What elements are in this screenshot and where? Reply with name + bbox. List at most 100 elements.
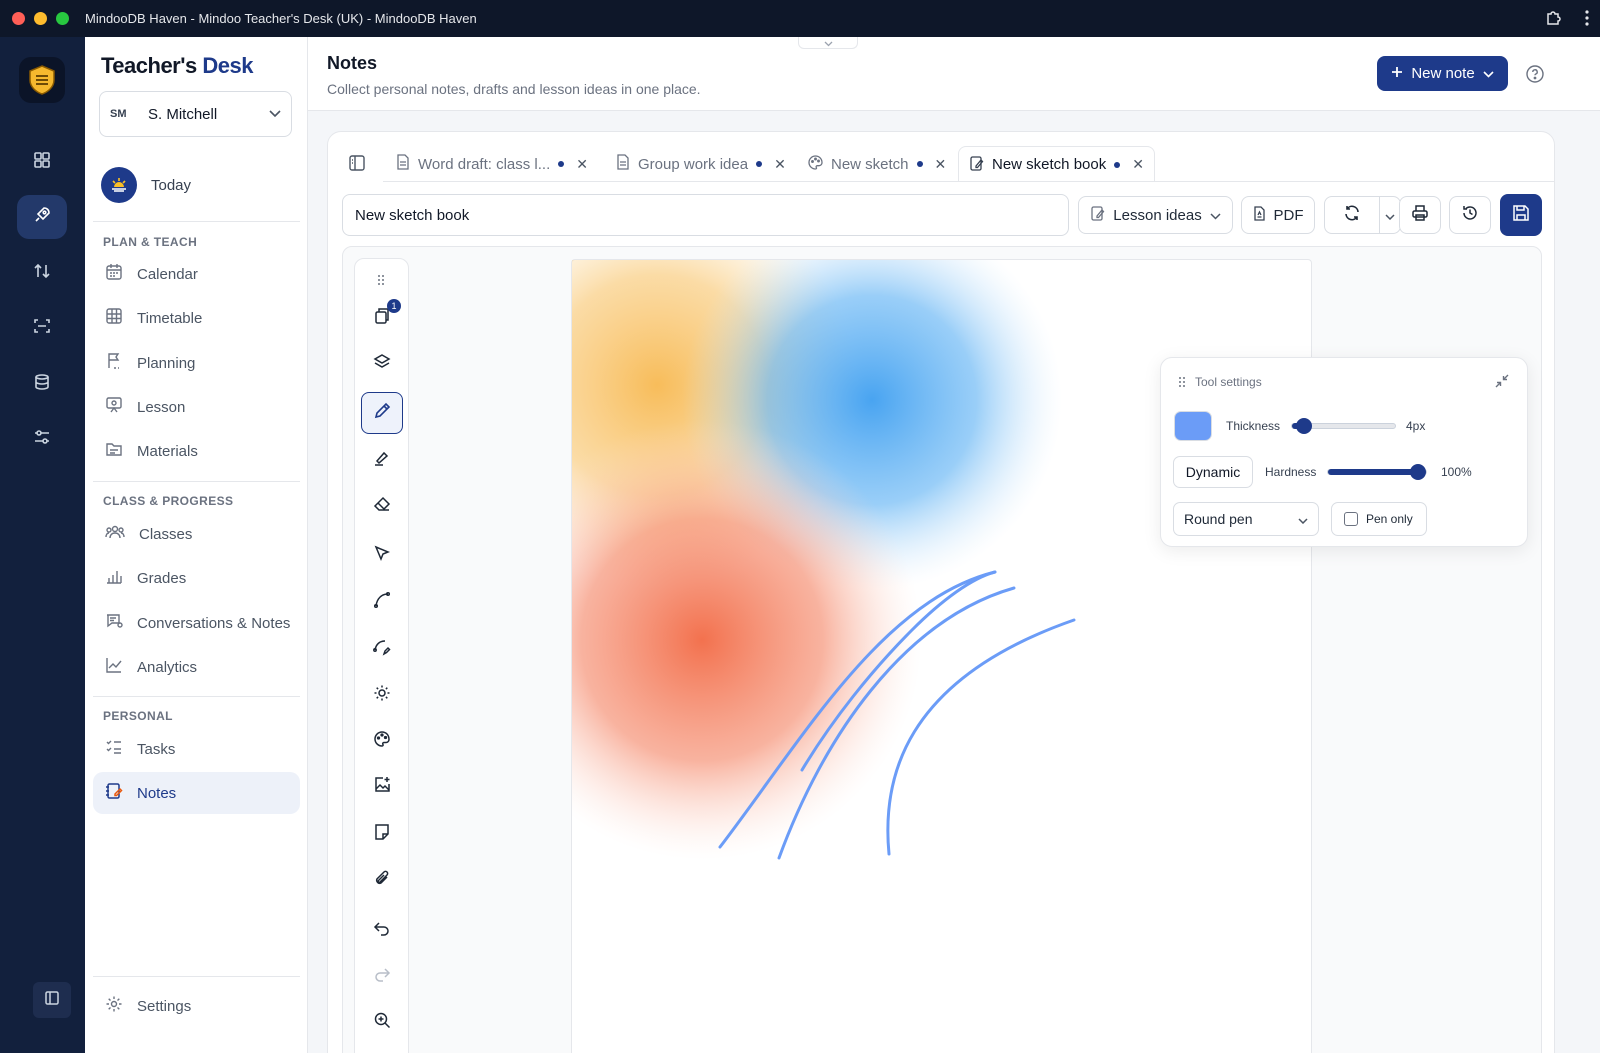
- color-swatch[interactable]: [1174, 411, 1212, 441]
- pen-tool[interactable]: [361, 392, 403, 434]
- sidebar-item-label: Analytics: [137, 658, 198, 676]
- sidebar-item-tasks[interactable]: Tasks: [93, 728, 300, 770]
- sliders-icon: [33, 428, 51, 451]
- hardness-value: 100%: [1441, 465, 1472, 479]
- pdf-label: PDF: [1273, 206, 1304, 224]
- minimize-window-button[interactable]: [34, 12, 47, 25]
- sidebar-item-calendar[interactable]: Calendar: [93, 253, 300, 295]
- section-plan-teach: PLAN & TEACH: [103, 235, 198, 249]
- pen-type-select[interactable]: Round pen: [1173, 502, 1319, 536]
- note-title-input[interactable]: [342, 194, 1069, 236]
- sync-button[interactable]: [1324, 196, 1380, 234]
- checklist-icon: [105, 738, 123, 760]
- tab-group-work-idea[interactable]: Group work idea ✕: [606, 146, 796, 182]
- layers-tool[interactable]: [361, 343, 403, 385]
- drag-handle-icon[interactable]: [375, 273, 387, 291]
- insert-image-tool[interactable]: [361, 766, 403, 808]
- sidebar-item-classes[interactable]: Classes: [93, 513, 300, 555]
- pencil-icon: [373, 402, 391, 425]
- brightness-tool[interactable]: [361, 674, 403, 716]
- zoom-button[interactable]: [361, 1001, 403, 1043]
- rail-scan-button[interactable]: [17, 306, 67, 350]
- sidebar: Teacher's Desk SM S. Mitchell Today PLAN…: [85, 37, 308, 1053]
- curve-tool[interactable]: [361, 581, 403, 623]
- hardness-label: Hardness: [1265, 465, 1317, 479]
- divider: [383, 181, 1554, 182]
- sidebar-item-materials[interactable]: Materials: [93, 430, 300, 472]
- user-switcher[interactable]: SM S. Mitchell: [99, 91, 292, 137]
- pen-only-checkbox[interactable]: [1344, 512, 1358, 526]
- minimize-icon[interactable]: [1495, 374, 1509, 393]
- color-palette-tool[interactable]: [361, 720, 403, 762]
- folder-select[interactable]: Lesson ideas: [1078, 196, 1233, 234]
- rail-dashboard-button[interactable]: [17, 140, 67, 184]
- sync-options-button[interactable]: [1379, 196, 1401, 234]
- page-title: Notes: [327, 53, 378, 73]
- rail-settings-button[interactable]: [17, 417, 67, 461]
- file-pdf-icon: [1253, 205, 1266, 225]
- thickness-slider[interactable]: [1291, 418, 1396, 434]
- image-plus-icon: [373, 776, 391, 799]
- thickness-knob[interactable]: [1296, 418, 1313, 434]
- dynamic-button[interactable]: Dynamic: [1173, 456, 1253, 488]
- hardness-slider[interactable]: [1327, 464, 1427, 480]
- curve-icon: [373, 591, 391, 614]
- close-window-button[interactable]: [12, 12, 25, 25]
- redo-button[interactable]: [361, 955, 403, 997]
- rail-launch-button[interactable]: [17, 195, 67, 239]
- close-tab-icon[interactable]: ✕: [774, 156, 786, 173]
- pages-tool[interactable]: 1: [361, 297, 403, 339]
- curve-edit-tool[interactable]: [361, 628, 403, 670]
- tab-word-draft[interactable]: Word draft: class l... ✕: [386, 146, 598, 182]
- sidebar-item-timetable[interactable]: Timetable: [93, 297, 300, 339]
- tab-new-sketch[interactable]: New sketch ✕: [798, 146, 956, 182]
- help-icon[interactable]: [1525, 64, 1545, 89]
- scan-icon: [33, 317, 51, 340]
- eraser-tool[interactable]: [361, 485, 403, 527]
- hardness-fill: [1328, 469, 1418, 475]
- hardness-knob[interactable]: [1410, 464, 1426, 480]
- sidebar-item-analytics[interactable]: Analytics: [93, 646, 300, 688]
- extensions-icon[interactable]: [1544, 9, 1562, 27]
- sidebar-item-settings[interactable]: Settings: [93, 985, 300, 1027]
- sidebar-item-today[interactable]: Today: [101, 167, 191, 203]
- chevron-down-icon: [1483, 65, 1494, 82]
- sun-icon: [373, 684, 391, 707]
- save-button[interactable]: [1500, 194, 1542, 236]
- sidebar-item-lesson[interactable]: Lesson: [93, 386, 300, 428]
- close-tab-icon[interactable]: ✕: [1132, 156, 1144, 173]
- history-button[interactable]: [1449, 196, 1491, 234]
- rail-sync-button[interactable]: [17, 251, 67, 295]
- sidebar-item-notes[interactable]: Notes: [93, 772, 300, 814]
- eraser-icon: [373, 495, 391, 518]
- undo-button[interactable]: [361, 909, 403, 951]
- drag-handle-icon[interactable]: [1177, 375, 1187, 393]
- highlighter-tool[interactable]: [361, 439, 403, 481]
- select-tool[interactable]: [361, 534, 403, 576]
- attachment-tool[interactable]: [361, 859, 403, 901]
- rail-database-button[interactable]: [17, 362, 67, 406]
- print-button[interactable]: [1399, 196, 1441, 234]
- sidebar-item-grades[interactable]: Grades: [93, 557, 300, 599]
- close-tab-icon[interactable]: ✕: [576, 156, 588, 173]
- maximize-window-button[interactable]: [56, 12, 69, 25]
- window-title: MindooDB Haven - Mindoo Teacher's Desk (…: [85, 11, 477, 26]
- panel-toggle-icon[interactable]: [348, 154, 366, 177]
- sticky-note-tool[interactable]: [361, 813, 403, 855]
- pdf-button[interactable]: PDF: [1241, 196, 1315, 234]
- close-tab-icon[interactable]: ✕: [935, 156, 947, 173]
- sidebar-item-planning[interactable]: Planning: [93, 342, 300, 384]
- rail-collapse-button[interactable]: [33, 982, 71, 1018]
- header-collapse-handle[interactable]: [798, 37, 858, 49]
- pen-only-toggle[interactable]: Pen only: [1331, 502, 1427, 536]
- presentation-icon: [105, 396, 123, 418]
- new-note-button[interactable]: New note: [1377, 56, 1508, 91]
- more-vertical-icon[interactable]: [1584, 9, 1590, 27]
- tab-new-sketch-book[interactable]: New sketch book ✕: [958, 146, 1155, 182]
- database-icon: [33, 373, 51, 396]
- sidebar-item-conversations-notes[interactable]: Conversations & Notes: [93, 602, 300, 644]
- editor-toolbar: Lesson ideas PDF: [342, 194, 1542, 238]
- pen-only-label: Pen only: [1366, 512, 1413, 526]
- pen-type-label: Round pen: [1184, 511, 1253, 527]
- printer-icon: [1411, 204, 1429, 226]
